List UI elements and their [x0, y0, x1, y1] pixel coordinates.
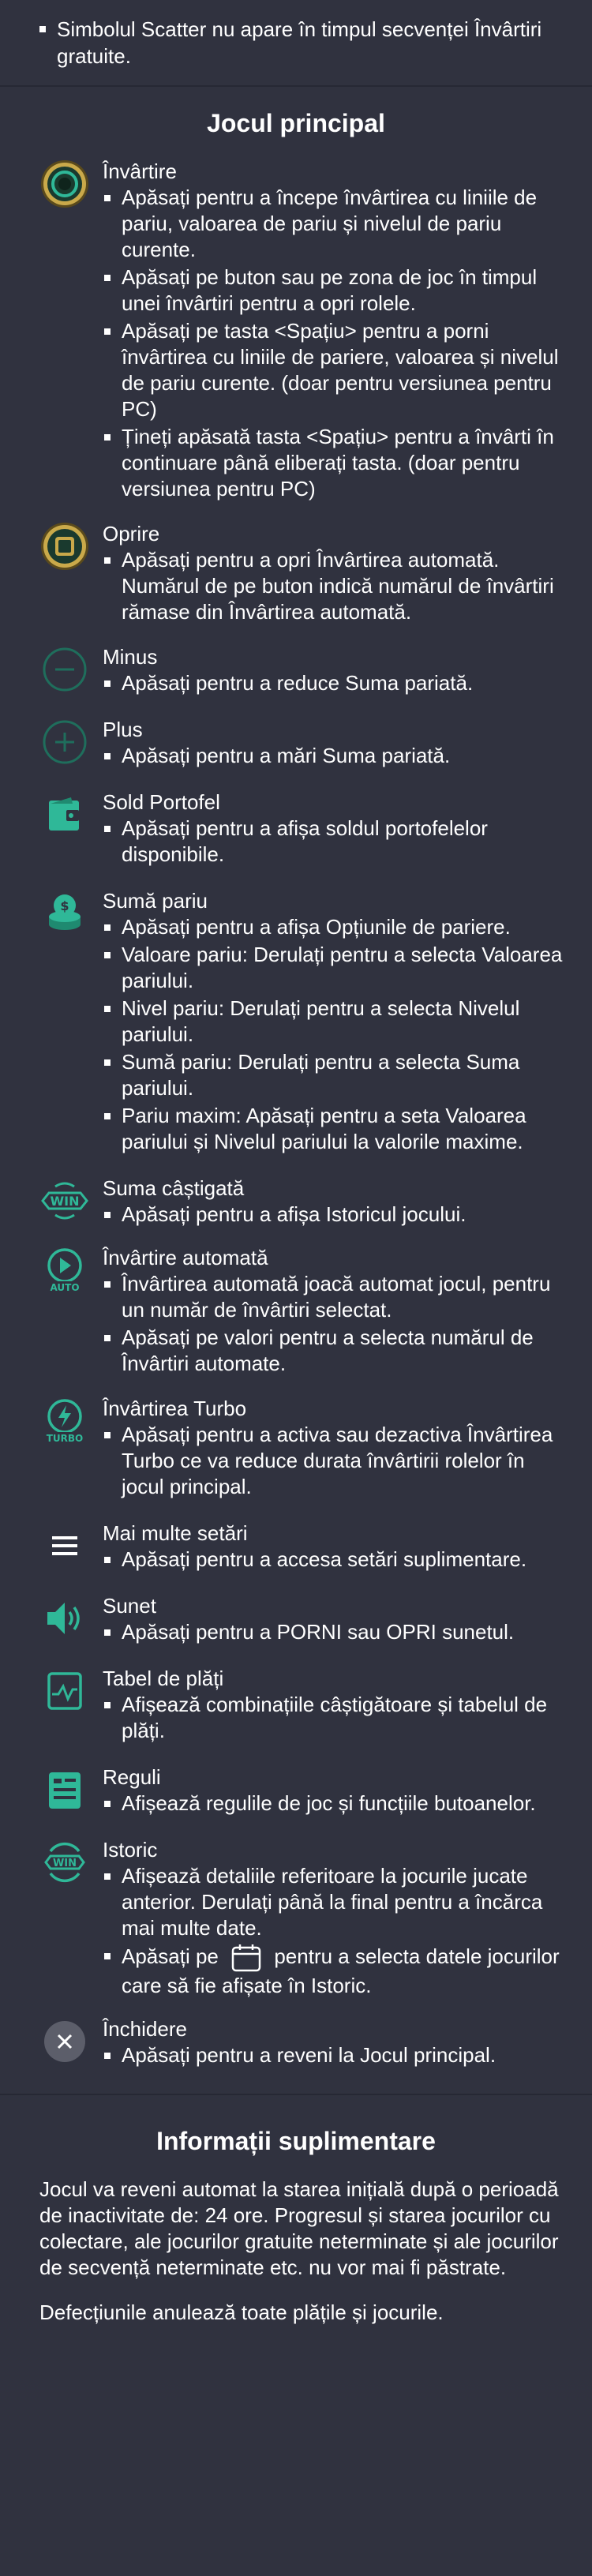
entry-item: Apăsați pentru a afișa Opțiunile de pari… [104, 914, 568, 940]
autoplay-icon: AUTO [47, 1248, 82, 1293]
entry-wallet: Sold Portofel Apăsați pentru a afișa sol… [0, 789, 592, 869]
entry-more-settings: Mai multe setări Apăsați pentru a accesa… [0, 1520, 592, 1574]
entry-item: Afișează detaliile referitoare la jocuri… [104, 1863, 568, 1941]
entry-item: Valoare pariu: Derulați pentru a selecta… [104, 942, 568, 994]
entry-title: Oprire [103, 522, 160, 546]
svg-text:AUTO: AUTO [50, 1282, 79, 1293]
svg-text:WIN: WIN [51, 1194, 80, 1209]
info-section: Jocul va reveni automat la starea iniția… [0, 2177, 592, 2368]
top-note-item: Simbolul Scatter nu apare în timpul secv… [39, 16, 560, 69]
entry-item: Apăsați pe tasta <Spațiu> pentru a porni… [104, 318, 568, 422]
entry-item: Apăsați pentru a opri Învârtirea automat… [104, 547, 568, 625]
entry-item: Pariu maxim: Apăsați pentru a seta Valoa… [104, 1103, 568, 1155]
top-note: Simbolul Scatter nu apare în timpul secv… [0, 0, 592, 85]
entry-item: Învârtirea automată joacă automat jocul,… [104, 1271, 568, 1323]
entry-item: Apăsați pentru a reduce Suma pariată. [104, 670, 568, 696]
minus-icon [43, 647, 87, 692]
entry-title: Sunet [103, 1594, 156, 1618]
entry-item: Afișează regulile de joc și funcțiile bu… [104, 1790, 568, 1817]
paytable-icon [47, 1672, 82, 1710]
svg-text:$: $ [60, 898, 69, 913]
entry-item: Apăsați pentru a afișa soldul portofelel… [104, 816, 568, 868]
coins-icon: $ [49, 894, 81, 930]
entry-item: Apăsați pentru a reveni la Jocul princip… [104, 2042, 568, 2068]
entry-minus: Minus Apăsați pentru a reduce Suma paria… [0, 644, 592, 698]
entry-title: Învârtirea Turbo [103, 1397, 247, 1420]
calendar-icon [231, 1944, 261, 1972]
stop-button-icon [41, 523, 88, 570]
entry-title: Mai multe setări [103, 1521, 248, 1545]
entry-rules: Reguli Afișează regulile de joc și funcț… [0, 1764, 592, 1818]
entry-history: WIN Istoric Afișează detaliile referitoa… [0, 1837, 592, 2000]
entry-turbo: TURBO Învârtirea Turbo Apăsați pentru a … [0, 1396, 592, 1502]
svg-text:TURBO: TURBO [47, 1433, 84, 1444]
win-icon: WIN [41, 1182, 88, 1220]
entry-item: Țineți apăsată tasta <Spațiu> pentru a î… [104, 424, 568, 502]
entry-autoplay: AUTO Învârtire automată Învârtirea autom… [0, 1245, 592, 1378]
entry-title: Sold Portofel [103, 790, 220, 814]
entry-item: Afișează combinațiile câștigătoare și ta… [104, 1692, 568, 1744]
entry-item: Apăsați pentru a mări Suma pariată. [104, 743, 568, 769]
svg-text:WIN: WIN [53, 1858, 77, 1869]
entry-item: Nivel pariu: Derulați pentru a selecta N… [104, 996, 568, 1048]
close-icon [44, 2021, 85, 2062]
entry-title: Învârtire automată [103, 1246, 268, 1269]
entry-title: Sumă pariu [103, 889, 208, 913]
entry-item-text: Apăsați pe [122, 1944, 219, 1968]
entry-title: Tabel de plăți [103, 1667, 224, 1690]
entry-title: Reguli [103, 1765, 161, 1789]
history-icon: WIN [44, 1842, 85, 1883]
entry-item-calendar: Apăsați pe pentru a selecta datele jocur… [104, 1943, 568, 1999]
entry-item: Apăsați pentru a accesa setări supliment… [104, 1547, 568, 1573]
speaker-icon [47, 1603, 80, 1634]
menu-icon [52, 1536, 77, 1555]
entry-bet-amount: $ Sumă pariu Apăsați pentru a afișa Opți… [0, 888, 592, 1157]
info-paragraph: Jocul va reveni automat la starea iniția… [39, 2177, 559, 2279]
main-title: Jocul principal [207, 109, 385, 137]
entry-paytable: Tabel de plăți Afișează combinațiile câș… [0, 1666, 592, 1745]
info-title: Informații suplimentare [156, 2127, 436, 2155]
entry-item: Apăsați pe valori pentru a selecta număr… [104, 1325, 568, 1377]
entry-win: WIN Suma câștigată Apăsați pentru a afiș… [0, 1176, 592, 1229]
entry-close: Închidere Apăsați pentru a reveni la Joc… [0, 2016, 592, 2070]
info-paragraph: Defecțiunile anulează toate plățile și j… [39, 2300, 444, 2324]
entry-title: Plus [103, 718, 143, 741]
entry-item: Apăsați pentru a afișa Istoricul jocului… [104, 1202, 568, 1228]
entry-plus: Plus Apăsați pentru a mări Suma pariată. [0, 717, 592, 771]
spin-button-icon [41, 160, 88, 208]
entry-sound: Sunet Apăsați pentru a PORNI sau OPRI su… [0, 1593, 592, 1647]
entry-item: Sumă pariu: Derulați pentru a selecta Su… [104, 1049, 568, 1101]
entry-title: Istoric [103, 1838, 158, 1862]
entry-item: Apăsați pentru a PORNI sau OPRI sunetul. [104, 1619, 568, 1645]
entry-spin: Învârtire Apăsați pentru a începe învârt… [0, 159, 592, 504]
plus-icon [43, 720, 87, 764]
entry-item: Apăsați pe buton sau pe zona de joc în t… [104, 264, 568, 317]
turbo-icon: TURBO [47, 1399, 84, 1444]
entry-item: Apăsați pentru a activa sau dezactiva În… [104, 1422, 568, 1500]
entry-stop: Oprire Apăsați pentru a opri Învârtirea … [0, 521, 592, 627]
entry-item: Apăsați pentru a începe învârtirea cu li… [104, 185, 568, 263]
wallet-icon [49, 797, 79, 831]
entry-title: Suma câștigată [103, 1176, 245, 1200]
entry-title: Învârtire [103, 159, 177, 183]
entry-title: Minus [103, 645, 158, 669]
rules-icon [49, 1772, 81, 1809]
entry-title: Închidere [103, 2017, 187, 2041]
